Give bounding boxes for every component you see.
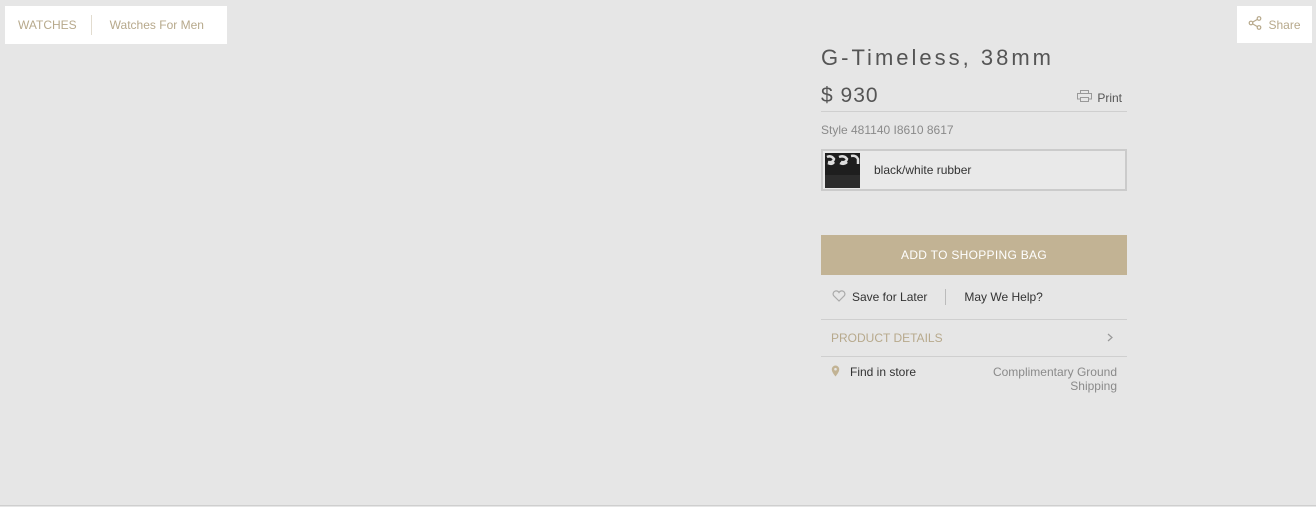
divider bbox=[821, 111, 1127, 112]
chevron-right-icon bbox=[1107, 331, 1113, 345]
print-label: Print bbox=[1097, 90, 1122, 105]
share-button[interactable]: Share bbox=[1237, 6, 1312, 43]
breadcrumb-watches[interactable]: WATCHES bbox=[5, 18, 90, 32]
find-in-store-label: Find in store bbox=[850, 365, 917, 379]
breadcrumb: WATCHES Watches For Men bbox=[5, 6, 227, 44]
complimentary-shipping-text: Complimentary Ground Shipping bbox=[992, 365, 1117, 393]
page-bottom-border bbox=[0, 505, 1316, 506]
product-panel: G-Timeless, 38mm $ 930 Print Style 48114… bbox=[821, 43, 1127, 393]
style-number: Style 481140 I8610 8617 bbox=[821, 123, 954, 137]
print-button[interactable]: Print bbox=[1077, 90, 1122, 105]
price-row: $ 930 Print bbox=[821, 77, 1127, 111]
share-label: Share bbox=[1268, 17, 1301, 32]
add-to-shopping-bag-button[interactable]: ADD TO SHOPPING BAG bbox=[821, 235, 1127, 275]
print-icon bbox=[1077, 90, 1093, 105]
breadcrumb-watches-for-men[interactable]: Watches For Men bbox=[94, 18, 217, 32]
share-icon bbox=[1248, 16, 1262, 33]
color-swatch-selector[interactable]: black/white rubber bbox=[821, 149, 1127, 191]
breadcrumb-divider bbox=[90, 15, 92, 35]
secondary-actions: Save for Later May We Help? bbox=[821, 275, 1127, 319]
store-shipping-row: Find in store Complimentary Ground Shipp… bbox=[821, 357, 1127, 393]
save-for-later-button[interactable]: Save for Later bbox=[832, 289, 928, 305]
swatch-label: black/white rubber bbox=[874, 163, 972, 177]
may-we-help-link[interactable]: May We Help? bbox=[964, 290, 1042, 304]
product-details-label: PRODUCT DETAILS bbox=[831, 331, 943, 345]
swatch-thumbnail bbox=[825, 152, 860, 188]
save-for-later-label: Save for Later bbox=[852, 290, 928, 304]
heart-icon bbox=[832, 289, 846, 305]
product-details-toggle[interactable]: PRODUCT DETAILS bbox=[821, 320, 1127, 356]
location-pin-icon bbox=[831, 365, 840, 380]
actions-divider bbox=[945, 289, 947, 305]
product-price: $ 930 bbox=[821, 84, 879, 107]
product-title: G-Timeless, 38mm bbox=[821, 45, 1054, 70]
find-in-store-link[interactable]: Find in store bbox=[831, 365, 916, 393]
